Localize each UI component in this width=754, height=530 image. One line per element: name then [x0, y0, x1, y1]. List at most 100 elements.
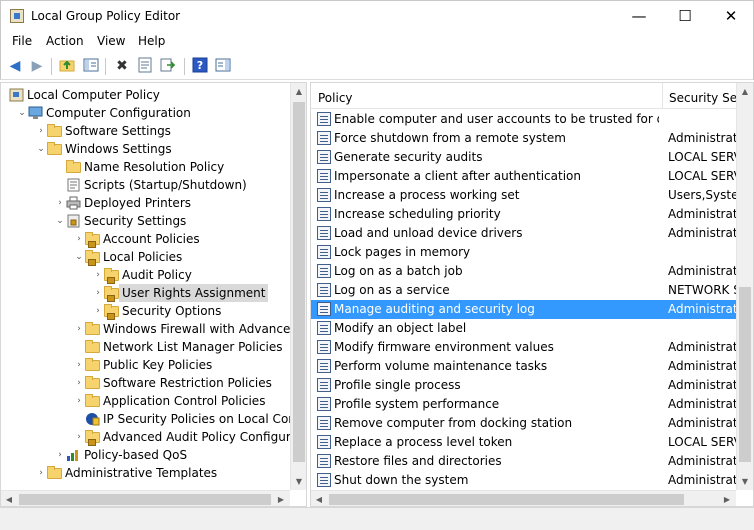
tree-node-label[interactable]: Computer Configuration	[46, 104, 191, 122]
policy-row[interactable]: Generate security audits LOCAL SERV	[311, 148, 750, 167]
policy-row[interactable]: Increase a process working set Users,Syst…	[311, 186, 750, 205]
tree-node[interactable]: IP Security Policies on Local Compu	[1, 410, 306, 428]
column-header-policy[interactable]: Policy	[318, 91, 353, 105]
policy-row[interactable]: Load and unload device drivers Administra…	[311, 224, 750, 243]
column-divider[interactable]	[662, 83, 663, 109]
tree-node-label[interactable]: IP Security Policies on Local Compu	[103, 410, 306, 428]
tree-node-label[interactable]: Application Control Policies	[103, 392, 265, 410]
tree-node-label[interactable]: Scripts (Startup/Shutdown)	[84, 176, 247, 194]
policy-row[interactable]: Restore files and directories Administrat	[311, 452, 750, 471]
tree-node[interactable]: ⌄ Security Settings	[1, 212, 290, 230]
expand-chevron-icon[interactable]: ›	[93, 284, 103, 302]
tree-vertical-scrollbar[interactable]: ▲ ▼	[290, 83, 306, 490]
list-horizontal-scrollbar[interactable]: ◀ ▶	[311, 490, 736, 506]
tree-node[interactable]: ⌄ Windows Settings	[1, 140, 290, 158]
menu-action[interactable]: Action	[46, 34, 84, 48]
tree-node-label[interactable]: Software Restriction Policies	[103, 374, 272, 392]
delete-icon[interactable]: ✖	[113, 57, 131, 75]
policy-row[interactable]: Shut down the system Administrat	[311, 471, 750, 490]
tree-node[interactable]: › Public Key Policies	[1, 356, 290, 374]
maximize-button[interactable]: ☐	[662, 1, 708, 31]
tree-horizontal-scrollbar[interactable]: ◀ ▶	[1, 490, 290, 506]
collapse-chevron-icon[interactable]: ⌄	[36, 140, 46, 158]
tree-node[interactable]: Network List Manager Policies	[1, 338, 290, 356]
tree-node-label[interactable]: Security Options	[122, 302, 221, 320]
tree-node-label[interactable]: Account Policies	[103, 230, 200, 248]
tree-node-label[interactable]: User Rights Assignment	[119, 284, 269, 302]
expand-chevron-icon[interactable]: ›	[55, 446, 65, 464]
scroll-thumb[interactable]	[293, 102, 305, 462]
expand-chevron-icon[interactable]: ›	[74, 230, 84, 248]
scroll-right-arrow-icon[interactable]: ▶	[719, 491, 735, 506]
expand-chevron-icon[interactable]: ›	[74, 428, 84, 446]
expand-chevron-icon[interactable]: ›	[74, 320, 84, 338]
tree-node-label[interactable]: Deployed Printers	[84, 194, 191, 212]
column-header-security-setting[interactable]: Security Sett	[669, 91, 747, 105]
tree-node[interactable]: ⌄ Computer Configuration	[1, 104, 290, 122]
policy-row[interactable]: Log on as a service NETWORK S	[311, 281, 750, 300]
tree-node-label[interactable]: Policy-based QoS	[84, 446, 187, 464]
tree-node-label[interactable]: Public Key Policies	[103, 356, 212, 374]
policy-row[interactable]: Lock pages in memory	[311, 243, 750, 262]
tree-node[interactable]: Local Computer Policy	[1, 86, 290, 104]
help-icon[interactable]: ?	[191, 57, 209, 75]
scroll-thumb[interactable]	[739, 287, 751, 462]
scroll-right-arrow-icon[interactable]: ▶	[273, 491, 289, 506]
console-tree-pane[interactable]: Local Computer Policy ⌄ Computer Configura…	[0, 82, 307, 507]
minimize-button[interactable]: —	[616, 1, 662, 31]
show-action-pane-icon[interactable]	[214, 57, 232, 75]
tree-node-label[interactable]: Name Resolution Policy	[84, 158, 224, 176]
list-vertical-scrollbar[interactable]: ▲ ▼	[736, 83, 753, 490]
policy-row[interactable]: Enable computer and user accounts to be …	[311, 110, 750, 129]
tree-node[interactable]: › Deployed Printers	[1, 194, 290, 212]
close-button[interactable]: ✕	[708, 1, 754, 31]
policy-row[interactable]: Modify firmware environment values Admini…	[311, 338, 750, 357]
expand-chevron-icon[interactable]: ›	[55, 194, 65, 212]
expand-chevron-icon[interactable]: ›	[93, 302, 103, 320]
tree-node[interactable]: › Account Policies	[1, 230, 290, 248]
tree-node[interactable]: › User Rights Assignment	[1, 284, 290, 302]
show-hide-tree-icon[interactable]	[82, 57, 100, 75]
policy-row[interactable]: Force shutdown from a remote system Admin…	[311, 129, 750, 148]
tree-node-label[interactable]: Security Settings	[84, 212, 186, 230]
tree-node[interactable]: Scripts (Startup/Shutdown)	[1, 176, 290, 194]
tree-node-label[interactable]: Local Policies	[103, 248, 182, 266]
expand-chevron-icon[interactable]: ›	[93, 266, 103, 284]
tree-node-label[interactable]: Software Settings	[65, 122, 171, 140]
policy-row[interactable]: Replace a process level token LOCAL SERV	[311, 433, 750, 452]
forward-arrow-icon[interactable]: ▶	[28, 57, 46, 75]
tree-node-label[interactable]: Windows Settings	[65, 140, 172, 158]
scroll-down-arrow-icon[interactable]: ▼	[737, 473, 753, 490]
tree-node[interactable]: › Application Control Policies	[1, 392, 290, 410]
tree-node-label[interactable]: Advanced Audit Policy Configuratio	[103, 428, 306, 446]
policy-row[interactable]: Manage auditing and security log Administ…	[311, 300, 750, 319]
scroll-left-arrow-icon[interactable]: ◀	[1, 491, 17, 506]
collapse-chevron-icon[interactable]: ⌄	[17, 104, 27, 122]
tree-node[interactable]: ⌄ Local Policies	[1, 248, 290, 266]
scroll-thumb[interactable]	[329, 494, 684, 505]
tree-node[interactable]: › Policy-based QoS	[1, 446, 290, 464]
scroll-left-arrow-icon[interactable]: ◀	[311, 491, 327, 506]
menu-view[interactable]: View	[97, 34, 125, 48]
tree-node[interactable]: › Windows Firewall with Advanced Se	[1, 320, 306, 338]
expand-chevron-icon[interactable]: ›	[74, 392, 84, 410]
tree-node-label[interactable]: Network List Manager Policies	[103, 338, 283, 356]
tree-node[interactable]: › Software Settings	[1, 122, 290, 140]
tree-node[interactable]: › Security Options	[1, 302, 290, 320]
tree-node-label[interactable]: Local Computer Policy	[27, 86, 160, 104]
tree-node[interactable]: › Audit Policy	[1, 266, 290, 284]
menu-help[interactable]: Help	[138, 34, 165, 48]
scroll-up-arrow-icon[interactable]: ▲	[737, 83, 753, 100]
policy-row[interactable]: Increase scheduling priority Administrat	[311, 205, 750, 224]
back-arrow-icon[interactable]: ◀	[6, 57, 24, 75]
details-pane[interactable]: ˆ Policy Security Sett Enable computer a…	[310, 82, 754, 507]
scroll-up-arrow-icon[interactable]: ▲	[291, 83, 306, 100]
policy-row[interactable]: Modify an object label	[311, 319, 750, 338]
policy-row[interactable]: Log on as a batch job Administrat	[311, 262, 750, 281]
tree-node-label[interactable]: Audit Policy	[122, 266, 192, 284]
policy-row[interactable]: Perform volume maintenance tasks Administ…	[311, 357, 750, 376]
up-folder-icon[interactable]	[58, 57, 76, 75]
policy-row[interactable]: Impersonate a client after authenticatio…	[311, 167, 750, 186]
properties-icon[interactable]	[136, 57, 154, 75]
expand-chevron-icon[interactable]: ›	[36, 464, 46, 482]
